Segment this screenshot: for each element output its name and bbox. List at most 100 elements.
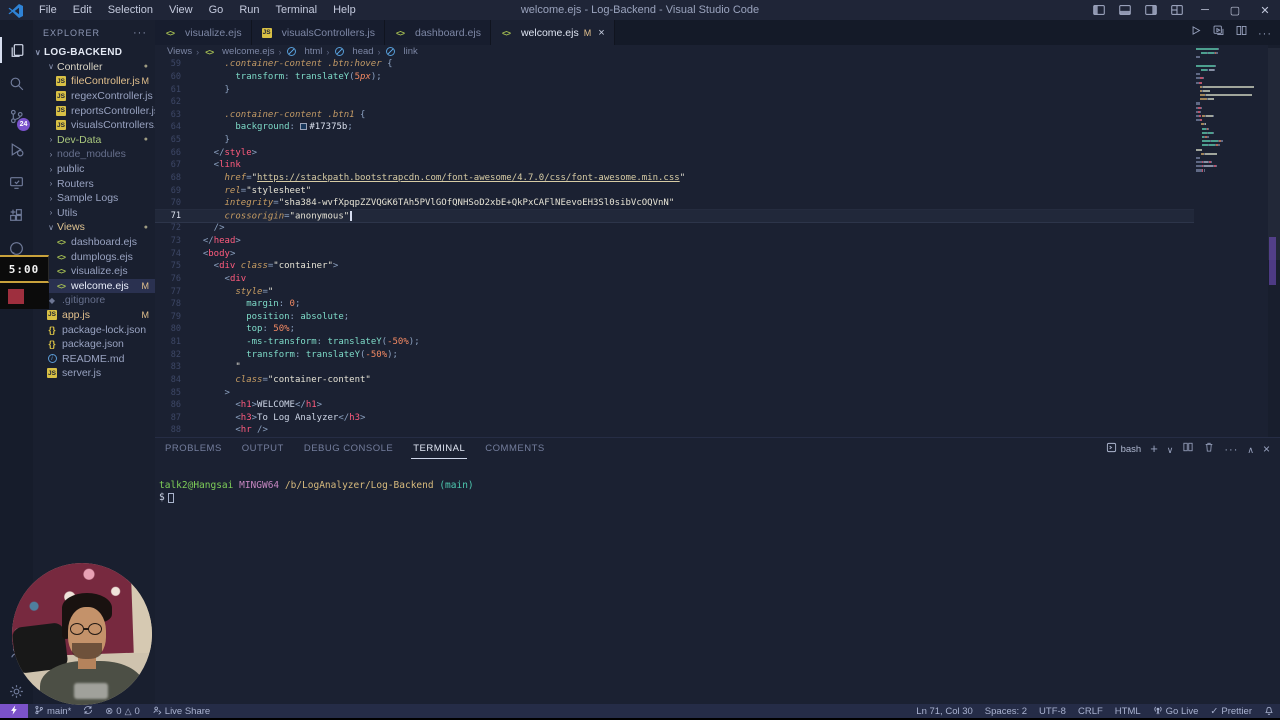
code-editor[interactable]: 59 .container-content .btn:hover {60 tra…: [155, 58, 1194, 437]
status-language-mode[interactable]: HTML: [1109, 704, 1147, 718]
tree-item[interactable]: i README.md: [33, 351, 155, 366]
panel-tab-output[interactable]: OUTPUT: [240, 439, 286, 459]
code-line[interactable]: 88 <hr />: [155, 424, 1194, 437]
tree-item[interactable]: {} package.json: [33, 337, 155, 352]
tree-item[interactable]: › Routers: [33, 176, 155, 191]
code-line[interactable]: 69 rel="stylesheet": [155, 184, 1194, 197]
code-line[interactable]: 64 background: #17375b;: [155, 121, 1194, 134]
code-line[interactable]: 87 <h3>To Log Analyzer</h3>: [155, 412, 1194, 425]
minimize-button[interactable]: ─: [1190, 0, 1220, 20]
code-line[interactable]: 65 }: [155, 134, 1194, 147]
status-branch[interactable]: main*: [28, 704, 77, 718]
editor-scrollbar[interactable]: [1268, 45, 1280, 437]
code-line[interactable]: 79 position: absolute;: [155, 311, 1194, 324]
status-notifications[interactable]: [1258, 704, 1280, 718]
split-terminal-icon[interactable]: [1182, 440, 1194, 458]
tree-item[interactable]: JS fileController.js M: [33, 74, 155, 89]
tree-item[interactable]: JS regexController.js: [33, 89, 155, 104]
menu-run[interactable]: Run: [232, 2, 266, 18]
code-line[interactable]: 77 style=": [155, 285, 1194, 298]
tree-item[interactable]: ◆ .gitignore: [33, 293, 155, 308]
tree-item[interactable]: JS visualsControllers.js: [33, 118, 155, 133]
source-control-icon[interactable]: 24: [0, 103, 33, 131]
scrollbar-thumb[interactable]: [1268, 48, 1280, 260]
tree-item[interactable]: <> welcome.ejs M: [33, 278, 155, 294]
kill-terminal-icon[interactable]: [1203, 440, 1215, 458]
code-line[interactable]: 83 ": [155, 361, 1194, 374]
run-icon[interactable]: [1189, 24, 1202, 42]
code-line[interactable]: 84 class="container-content": [155, 374, 1194, 387]
tree-item[interactable]: <> dashboard.ejs: [33, 235, 155, 250]
status-prettier[interactable]: ✓ Prettier: [1204, 704, 1258, 718]
menu-file[interactable]: File: [32, 2, 64, 18]
tree-item[interactable]: › public: [33, 162, 155, 177]
shell-selector[interactable]: bash: [1106, 442, 1141, 456]
tree-item[interactable]: JS reportsController.js: [33, 103, 155, 118]
status-sync[interactable]: [77, 704, 99, 718]
menu-selection[interactable]: Selection: [101, 2, 160, 18]
new-terminal-icon[interactable]: +: [1150, 440, 1158, 458]
terminal[interactable]: talk2@Hangsai MINGW64 /b/LogAnalyzer/Log…: [159, 480, 474, 504]
status-go-live[interactable]: Go Live: [1147, 704, 1205, 718]
code-line[interactable]: 68 href="https://stackpath.bootstrapcdn.…: [155, 172, 1194, 185]
code-line[interactable]: 82 transform: translateY(-50%);: [155, 348, 1194, 361]
settings-icon[interactable]: [0, 678, 33, 704]
tree-item[interactable]: ∨ Controller ●: [33, 60, 155, 75]
code-line[interactable]: 71 crossorigin="anonymous": [155, 209, 1194, 223]
explorer-more-icon[interactable]: ···: [133, 27, 147, 39]
tree-item[interactable]: ∨ Views ●: [33, 220, 155, 235]
panel-tab-comments[interactable]: COMMENTS: [483, 439, 546, 459]
menu-terminal[interactable]: Terminal: [269, 2, 325, 18]
tab-visualize-ejs[interactable]: <> visualize.ejs: [155, 20, 252, 45]
panel-tab-problems[interactable]: PROBLEMS: [163, 439, 224, 459]
tree-item[interactable]: {} package-lock.json: [33, 322, 155, 337]
tree-item[interactable]: <> visualize.ejs: [33, 264, 155, 279]
run-debug-icon[interactable]: [0, 136, 33, 162]
menu-edit[interactable]: Edit: [66, 2, 99, 18]
menu-help[interactable]: Help: [326, 2, 363, 18]
menu-view[interactable]: View: [162, 2, 200, 18]
layout-sidebar-icon[interactable]: [1086, 0, 1112, 20]
extensions-icon[interactable]: [0, 202, 33, 228]
layout-customize-icon[interactable]: [1164, 0, 1190, 20]
code-line[interactable]: 81 -ms-transform: translateY(-50%);: [155, 336, 1194, 349]
tree-root[interactable]: ∨ LOG-BACKEND: [33, 45, 155, 60]
minimap[interactable]: [1196, 48, 1268, 437]
tree-item[interactable]: › Dev-Data ●: [33, 133, 155, 148]
code-line[interactable]: 67 <link: [155, 159, 1194, 172]
code-line[interactable]: 86 <h1>WELCOME</h1>: [155, 399, 1194, 412]
status-indentation[interactable]: Spaces: 2: [979, 704, 1033, 718]
tree-item[interactable]: JS app.js M: [33, 308, 155, 323]
remote-explorer-icon[interactable]: [0, 169, 33, 195]
code-line[interactable]: 66 </style>: [155, 146, 1194, 159]
code-line[interactable]: 80 top: 50%;: [155, 323, 1194, 336]
more-actions-icon[interactable]: ···: [1258, 24, 1272, 42]
menu-go[interactable]: Go: [202, 2, 231, 18]
tree-item[interactable]: <> dumplogs.ejs: [33, 249, 155, 264]
tree-item[interactable]: JS server.js: [33, 366, 155, 381]
close-panel-icon[interactable]: ×: [1263, 440, 1270, 458]
more-icon[interactable]: ···: [1224, 440, 1238, 458]
layout-secondary-icon[interactable]: [1138, 0, 1164, 20]
status-encoding[interactable]: UTF-8: [1033, 704, 1072, 718]
panel-tab-debug-console[interactable]: DEBUG CONSOLE: [302, 439, 395, 459]
code-line[interactable]: 63 .container-content .btn1 {: [155, 109, 1194, 122]
tree-item[interactable]: › Utils: [33, 206, 155, 221]
breadcrumb-item[interactable]: <> welcome.ejs: [203, 46, 274, 57]
tab-dashboard-ejs[interactable]: <> dashboard.ejs: [384, 20, 491, 45]
code-line[interactable]: 61 }: [155, 83, 1194, 96]
code-line[interactable]: 78 margin: 0;: [155, 298, 1194, 311]
status-problems[interactable]: ⊗ 0 △ 0: [99, 704, 145, 718]
code-line[interactable]: 75 <div class="container">: [155, 260, 1194, 273]
code-line[interactable]: 73 </head>: [155, 235, 1194, 248]
explorer-icon[interactable]: [0, 37, 33, 63]
code-line[interactable]: 85 >: [155, 386, 1194, 399]
split-editor-icon[interactable]: [1235, 24, 1248, 42]
search-icon[interactable]: [0, 70, 33, 96]
record-stop-icon[interactable]: [8, 288, 24, 304]
code-line[interactable]: 76 <div: [155, 273, 1194, 286]
terminal-input-line[interactable]: $: [159, 492, 474, 504]
tab-visualsControllers-js[interactable]: JS visualsControllers.js: [251, 20, 385, 45]
code-line[interactable]: 70 integrity="sha384-wvfXpqpZZVQGK6TAh5P…: [155, 197, 1194, 210]
run-or-debug-icon[interactable]: [1212, 24, 1225, 42]
